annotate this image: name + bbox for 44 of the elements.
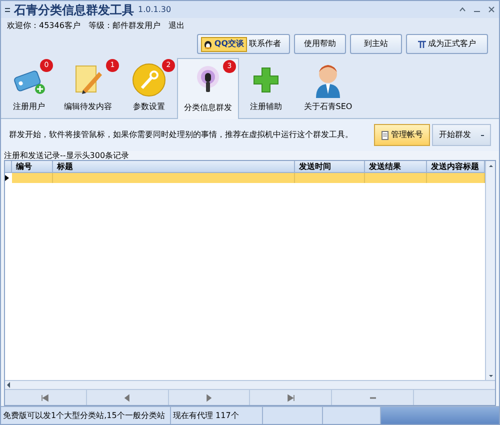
version-label: 1.0.1.30 (138, 4, 172, 16)
last-page-icon[interactable] (286, 394, 295, 402)
close-icon[interactable] (488, 6, 495, 13)
column-header[interactable]: 标题 (53, 161, 295, 172)
user-info-text: 欢迎你：45346客户 (7, 20, 80, 32)
toolbar-button[interactable]: QQ交谈 联系作者 (197, 34, 290, 54)
table-cell[interactable] (295, 173, 365, 183)
chevron-down-icon[interactable] (488, 372, 494, 380)
toolbar-button[interactable]: 到主站 (350, 34, 402, 54)
table-cell[interactable] (427, 173, 485, 183)
qq-badge: QQ交谈 (201, 36, 247, 52)
status-text: 免费版可以发1个大型分类站,15个一般分类站 (1, 407, 171, 424)
document-icon (381, 130, 389, 140)
first-page-icon[interactable] (41, 394, 50, 402)
column-header[interactable]: 发送结果 (365, 161, 427, 172)
note-pencil-icon (73, 64, 103, 96)
status-text: 现在有代理 117个 (171, 407, 263, 424)
next-icon[interactable] (205, 394, 214, 402)
tab[interactable]: 关于石青SEO (293, 58, 363, 118)
penguin-icon (204, 40, 212, 48)
horizontal-scrollbar[interactable] (5, 380, 495, 389)
row-pointer-icon (5, 175, 9, 181)
table-cell[interactable] (12, 173, 53, 183)
tab[interactable]: 注册辅助 (239, 58, 293, 118)
plus-icon (252, 66, 280, 94)
scrollbar[interactable] (485, 161, 495, 183)
table-cell[interactable] (53, 173, 295, 183)
user-info-text: 等级：邮件群发用户 (88, 20, 160, 32)
chevron-up-icon[interactable] (459, 7, 466, 12)
wrench-icon (132, 62, 166, 96)
window-title: 石青分类信息群发工具 (14, 2, 134, 18)
menu-icon[interactable] (5, 8, 10, 12)
table-cell[interactable] (365, 173, 427, 183)
toolbar-button[interactable]: 成为正式客户 (406, 34, 488, 54)
records-caption: 注册和发送记录--显示头300条记录 (4, 151, 130, 160)
previous-icon[interactable] (123, 394, 132, 402)
action-button[interactable]: 开始群发 (432, 124, 491, 146)
column-header[interactable]: 编号 (12, 161, 53, 172)
toolbar-button[interactable]: 使用帮助 (294, 34, 346, 54)
logout-link[interactable]: 退出 (168, 20, 184, 32)
action-button[interactable]: 管理帐号 (374, 124, 430, 146)
column-header[interactable]: 发送时间 (295, 161, 365, 172)
notice-text: 群发开始，软件将接管鼠标，如果你需要同时处理别的事情，推荐在虚拟机中运行这个群发工具。 (9, 129, 354, 141)
pi-icon (418, 40, 426, 48)
